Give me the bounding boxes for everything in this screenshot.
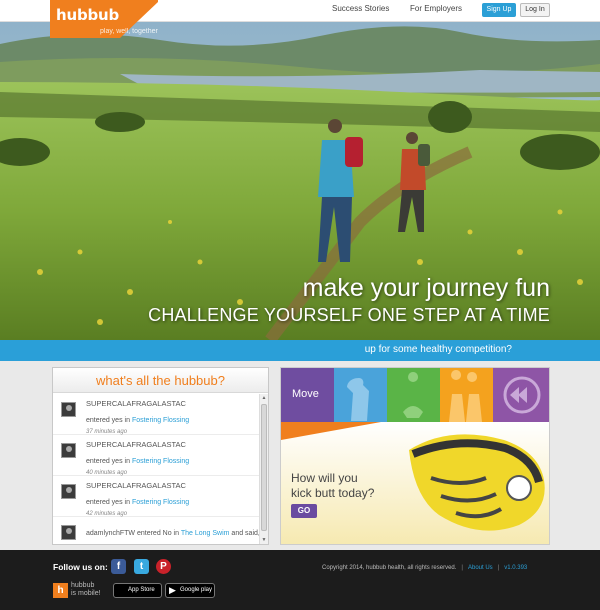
sign-up-button[interactable]: Sign Up bbox=[482, 3, 516, 17]
feed-item: adamlynchFTW entered No in The Long Swim… bbox=[53, 517, 260, 544]
go-button[interactable]: GO bbox=[291, 504, 317, 518]
feed-challenge-link[interactable]: Fostering Flossing bbox=[132, 499, 189, 506]
feed-title: what's all the hubbub? bbox=[53, 368, 268, 393]
copyright-line: Copyright 2014, hubbub health, all right… bbox=[322, 565, 528, 571]
banner-text: up for some healthy competition? bbox=[364, 344, 512, 355]
feed-action: entered yes in Fostering Flossing bbox=[86, 499, 190, 506]
feed-action: adamlynchFTW entered No in The Long Swim… bbox=[86, 530, 260, 537]
feed-challenge-link[interactable]: The Long Swim bbox=[181, 530, 230, 537]
move-promo-panel[interactable]: Move How will you kick butt today? GO bbox=[280, 367, 550, 545]
twitter-icon[interactable]: t bbox=[134, 559, 149, 574]
nav-success-stories[interactable]: Success Stories bbox=[332, 4, 389, 13]
feed-item: SUPERCALAFRAGALASTAC entered yes in Fost… bbox=[53, 476, 260, 517]
feed-user[interactable]: SUPERCALAFRAGALASTAC bbox=[86, 440, 260, 450]
avatar[interactable] bbox=[61, 402, 76, 417]
move-tab[interactable]: Move bbox=[281, 368, 334, 422]
feed-action: entered yes in Fostering Flossing bbox=[86, 458, 190, 465]
avatar[interactable] bbox=[61, 484, 76, 499]
competition-banner: up for some healthy competition? bbox=[0, 340, 600, 361]
version-link[interactable]: v1.0.393 bbox=[504, 565, 527, 571]
feed-user[interactable]: adamlynchFTW bbox=[86, 530, 135, 537]
google-play-badge[interactable]: ▶ Google play bbox=[165, 583, 215, 598]
avatar[interactable] bbox=[61, 525, 76, 540]
logo-tagline: play, well, together bbox=[100, 28, 158, 35]
feed-action: entered yes in Fostering Flossing bbox=[86, 417, 190, 424]
about-us-link[interactable]: About Us bbox=[468, 565, 493, 571]
nav-for-employers[interactable]: For Employers bbox=[410, 4, 462, 13]
hero-subheadline: CHALLENGE YOURSELF ONE STEP AT A TIME bbox=[148, 305, 550, 325]
hubbub-h-icon: h bbox=[53, 583, 68, 598]
feed-item: SUPERCALAFRAGALASTAC entered yes in Fost… bbox=[53, 435, 260, 476]
scroll-down-icon[interactable]: ▼ bbox=[260, 536, 268, 544]
scroll-thumb[interactable] bbox=[261, 404, 267, 531]
feed-list[interactable]: SUPERCALAFRAGALASTAC entered yes in Fost… bbox=[53, 394, 260, 544]
avatar[interactable] bbox=[61, 443, 76, 458]
logo-wordmark: hubbub bbox=[56, 6, 120, 24]
log-in-button[interactable]: Log In bbox=[520, 3, 550, 17]
hero-headline: make your journey fun bbox=[302, 274, 550, 302]
facebook-icon[interactable]: f bbox=[111, 559, 126, 574]
feed-user[interactable]: SUPERCALAFRAGALASTAC bbox=[86, 399, 260, 409]
play-icon: ▶ bbox=[169, 585, 176, 595]
feed-item: SUPERCALAFRAGALASTAC entered yes in Fost… bbox=[53, 394, 260, 435]
activity-feed-panel: what's all the hubbub? SUPERCALAFRAGALAS… bbox=[52, 367, 269, 545]
feed-user[interactable]: SUPERCALAFRAGALASTAC bbox=[86, 481, 260, 491]
promo-headline: How will you kick butt today? bbox=[291, 471, 375, 500]
mobile-text: hubbub is mobile! bbox=[71, 582, 101, 597]
scroll-up-icon[interactable]: ▲ bbox=[260, 394, 268, 402]
feed-challenge-link[interactable]: Fostering Flossing bbox=[132, 417, 189, 424]
site-footer: Follow us on: f t P h hubbub is mobile! A… bbox=[0, 550, 600, 610]
feed-scrollbar[interactable]: ▲ ▼ bbox=[259, 394, 268, 544]
pinterest-icon[interactable]: P bbox=[156, 559, 171, 574]
feed-challenge-link[interactable]: Fostering Flossing bbox=[132, 458, 189, 465]
hero-image: make your journey fun CHALLENGE YOURSELF… bbox=[0, 22, 600, 340]
follow-us-label: Follow us on: bbox=[53, 562, 108, 572]
app-store-badge[interactable]: App Store bbox=[113, 583, 162, 598]
